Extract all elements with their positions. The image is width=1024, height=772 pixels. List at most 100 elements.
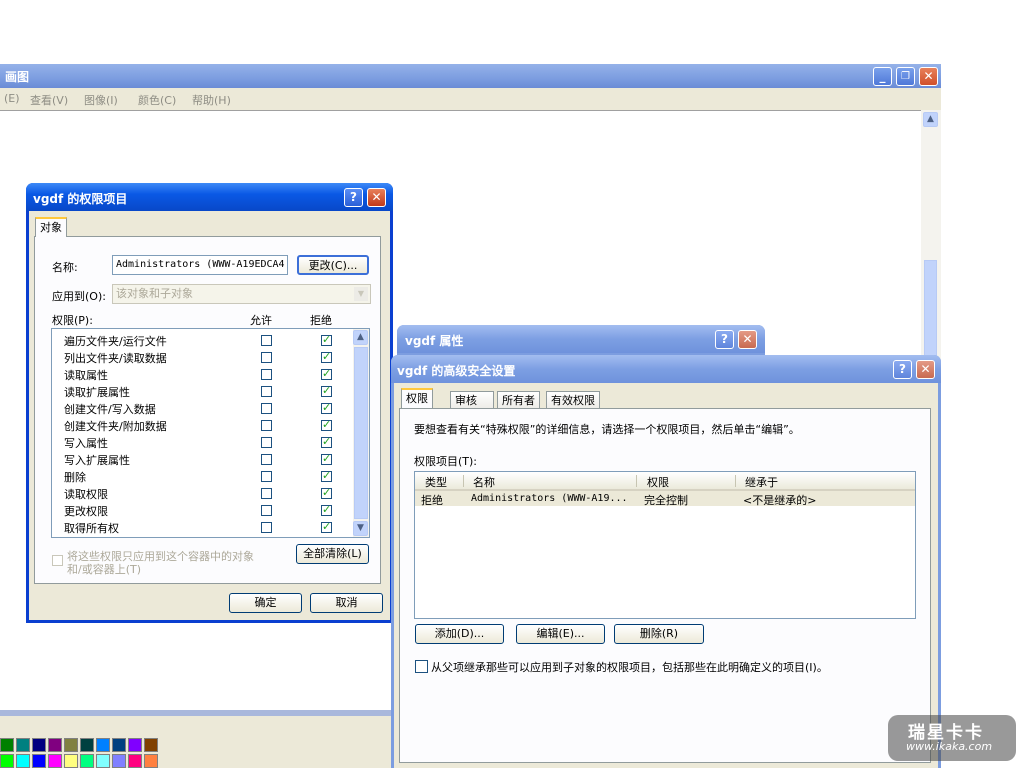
restore-icon[interactable]: ❐: [896, 67, 915, 86]
add-button[interactable]: 添加(D)...: [415, 624, 504, 644]
deny-checkbox[interactable]: [321, 469, 332, 482]
scroll-down-icon[interactable]: ▼: [353, 521, 368, 536]
scroll-thumb[interactable]: [924, 260, 937, 370]
col-permission[interactable]: 权限: [647, 474, 669, 490]
menu-view[interactable]: 查看(V): [30, 92, 68, 108]
color-swatch[interactable]: [32, 738, 46, 752]
allow-checkbox[interactable]: [261, 335, 272, 346]
deny-checkbox[interactable]: [321, 435, 332, 448]
clear-all-button[interactable]: 全部清除(L): [296, 544, 369, 564]
color-swatch[interactable]: [96, 738, 110, 752]
scroll-thumb[interactable]: [354, 347, 368, 519]
scroll-up-icon[interactable]: ▲: [923, 112, 938, 127]
close-icon[interactable]: ✕: [916, 360, 935, 379]
deny-checkbox[interactable]: [321, 333, 332, 346]
allow-checkbox[interactable]: [261, 352, 272, 363]
help-icon[interactable]: ?: [344, 188, 363, 207]
allow-checkbox[interactable]: [261, 488, 272, 499]
color-swatch[interactable]: [128, 754, 142, 768]
close-icon[interactable]: ✕: [738, 330, 757, 349]
deny-checkbox[interactable]: [321, 520, 332, 533]
menu-edit[interactable]: (E): [4, 92, 20, 105]
menu-image[interactable]: 图像(I): [84, 92, 118, 108]
color-swatch[interactable]: [16, 754, 30, 768]
list-item: 写入扩展属性: [52, 450, 352, 467]
color-swatch[interactable]: [0, 738, 14, 752]
color-swatch[interactable]: [80, 738, 94, 752]
deny-checkbox[interactable]: [321, 384, 332, 397]
deny-checkbox[interactable]: [321, 418, 332, 431]
deny-checkbox[interactable]: [321, 367, 332, 380]
apply-only-checkbox[interactable]: [52, 555, 63, 566]
color-swatch[interactable]: [48, 754, 62, 768]
help-icon[interactable]: ?: [893, 360, 912, 379]
allow-checkbox[interactable]: [261, 403, 272, 414]
col-divider: [463, 475, 464, 487]
paint-menubar: (E) 查看(V) 图像(I) 颜色(C) 帮助(H): [0, 88, 941, 110]
entries-list: 类型 名称 权限 继承于 拒绝 Administrators (WWW-A19.…: [414, 471, 916, 619]
paint-titlebar[interactable]: 画图 _ ❐ ✕: [0, 64, 941, 88]
color-swatch[interactable]: [32, 754, 46, 768]
advanced-titlebar[interactable]: vgdf 的高级安全设置 ? ✕: [391, 355, 941, 383]
name-field: Administrators (WWW-A19EDCA4: [112, 255, 288, 275]
row-inherited: <不是继承的>: [743, 494, 817, 507]
advanced-title: vgdf 的高级安全设置: [397, 364, 516, 378]
color-swatch[interactable]: [48, 738, 62, 752]
deny-checkbox[interactable]: [321, 401, 332, 414]
tab-effective-permissions[interactable]: 有效权限: [546, 391, 600, 409]
color-swatch[interactable]: [96, 754, 110, 768]
menu-help[interactable]: 帮助(H): [192, 92, 231, 108]
color-swatch[interactable]: [16, 738, 30, 752]
allow-checkbox[interactable]: [261, 505, 272, 516]
change-button[interactable]: 更改(C)...: [297, 255, 369, 275]
scroll-up-icon[interactable]: ▲: [353, 330, 368, 345]
remove-button[interactable]: 删除(R): [614, 624, 704, 644]
deny-checkbox[interactable]: [321, 503, 332, 516]
minimize-icon[interactable]: _: [873, 67, 892, 86]
allow-checkbox[interactable]: [261, 437, 272, 448]
color-swatch[interactable]: [64, 754, 78, 768]
allow-checkbox[interactable]: [261, 386, 272, 397]
allow-checkbox[interactable]: [261, 522, 272, 533]
color-swatch[interactable]: [144, 738, 158, 752]
allow-checkbox[interactable]: [261, 454, 272, 465]
allow-checkbox[interactable]: [261, 369, 272, 380]
ok-button[interactable]: 确定: [229, 593, 302, 613]
perm-dialog-titlebar[interactable]: vgdf 的权限项目 ? ✕: [26, 183, 393, 211]
help-icon[interactable]: ?: [715, 330, 734, 349]
deny-checkbox[interactable]: [321, 486, 332, 499]
col-inherited[interactable]: 继承于: [745, 474, 778, 490]
color-swatch[interactable]: [0, 754, 14, 768]
table-row[interactable]: 拒绝 Administrators (WWW-A19... 完全控制 <不是继承…: [415, 491, 915, 507]
permission-entry-dialog: vgdf 的权限项目 ? ✕ 对象 名称: Administrators (WW…: [26, 183, 393, 623]
color-swatch[interactable]: [144, 754, 158, 768]
color-swatch[interactable]: [128, 738, 142, 752]
col-type[interactable]: 类型: [425, 474, 447, 490]
col-name[interactable]: 名称: [473, 474, 495, 490]
cancel-button[interactable]: 取消: [310, 593, 383, 613]
entries-label: 权限项目(T):: [414, 455, 478, 468]
tab-owner[interactable]: 所有者: [497, 391, 540, 409]
perm-list-scrollbar[interactable]: ▲ ▼: [353, 329, 369, 537]
tab-object[interactable]: 对象: [35, 217, 67, 237]
deny-checkbox[interactable]: [321, 452, 332, 465]
paint-title: 画图: [5, 70, 30, 84]
color-swatch[interactable]: [80, 754, 94, 768]
allow-checkbox[interactable]: [261, 420, 272, 431]
close-icon[interactable]: ✕: [919, 67, 938, 86]
tab-auditing[interactable]: 审核: [450, 391, 494, 409]
color-swatch[interactable]: [112, 754, 126, 768]
properties-titlebar[interactable]: vgdf 属性 ? ✕: [397, 325, 765, 353]
allow-checkbox[interactable]: [261, 471, 272, 482]
inherit-checkbox[interactable]: [415, 660, 428, 673]
deny-checkbox[interactable]: [321, 350, 332, 363]
watermark-url: www.ikaka.com: [906, 740, 993, 753]
color-swatch[interactable]: [112, 738, 126, 752]
edit-button[interactable]: 编辑(E)...: [516, 624, 605, 644]
color-swatch[interactable]: [64, 738, 78, 752]
perm-dialog-title: vgdf 的权限项目: [33, 192, 128, 206]
tab-permissions[interactable]: 权限: [401, 388, 433, 408]
menu-colors[interactable]: 颜色(C): [138, 92, 176, 108]
permissions-list: 遍历文件夹/运行文件列出文件夹/读取数据读取属性读取扩展属性创建文件/写入数据创…: [51, 328, 370, 538]
close-icon[interactable]: ✕: [367, 188, 386, 207]
